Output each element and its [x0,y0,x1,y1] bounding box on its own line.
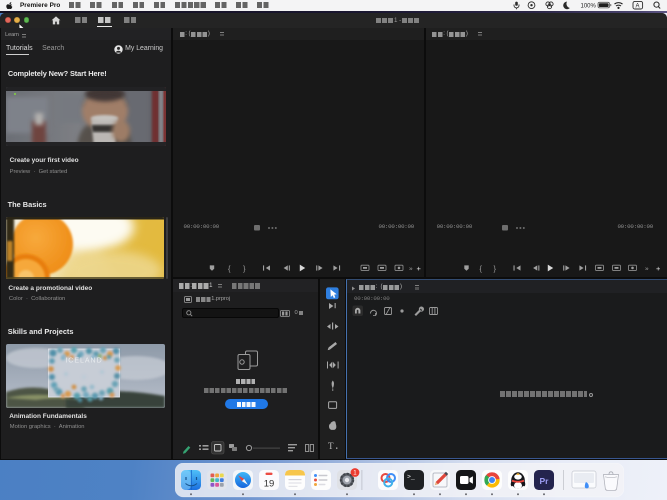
svg-text:{: { [228,264,231,273]
svg-text:>_: >_ [407,474,415,481]
svg-text:+: + [416,264,420,273]
svg-text:{: { [479,264,482,273]
svg-text:»: » [645,266,649,273]
svg-text:}: } [243,264,246,273]
svg-text:A: A [636,4,640,10]
svg-text:}: } [493,264,496,273]
svg-text:19: 19 [264,479,275,490]
svg-text:»: » [409,266,413,273]
svg-text:T: T [328,441,334,451]
svg-text:1: 1 [353,470,357,477]
svg-text:100%: 100% [581,3,597,9]
svg-text:Pr: Pr [540,476,550,486]
svg-text:ICELAND: ICELAND [65,357,102,364]
svg-text:+: + [656,264,660,273]
